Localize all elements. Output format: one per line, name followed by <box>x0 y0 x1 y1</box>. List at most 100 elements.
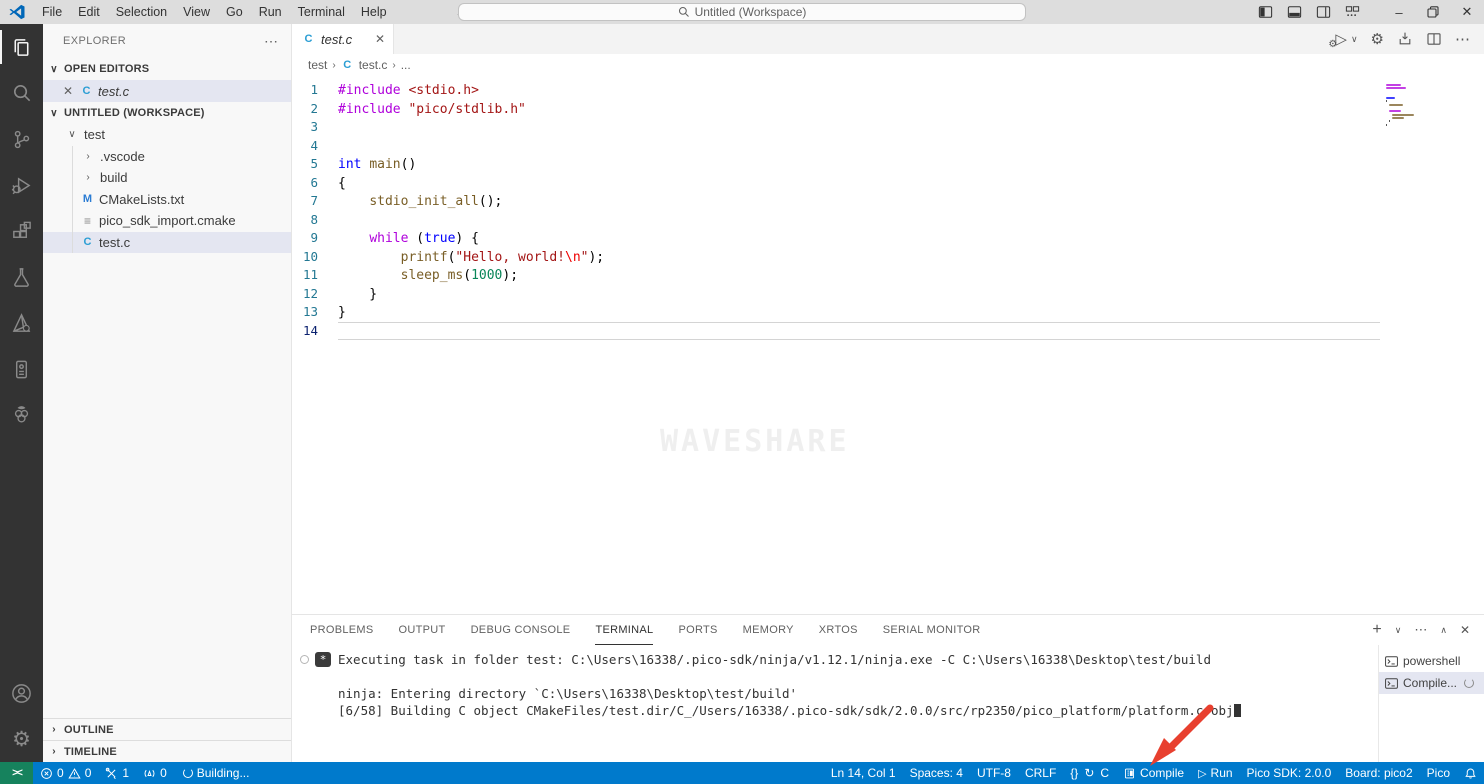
tab-close-icon[interactable]: ✕ <box>375 32 385 46</box>
menu-terminal[interactable]: Terminal <box>290 0 353 24</box>
menu-run[interactable]: Run <box>251 0 290 24</box>
task-badge-icon: * <box>315 652 331 667</box>
panel-tab-debug-console[interactable]: DEBUG CONSOLE <box>471 615 571 645</box>
terminal-icon <box>1385 678 1398 689</box>
timeline-header[interactable]: › TIMELINE <box>43 740 291 762</box>
panel-tab-terminal[interactable]: TERMINAL <box>595 615 653 645</box>
tab-test-c[interactable]: C test.c ✕ <box>292 24 394 54</box>
run-debug-icon[interactable] <box>0 162 43 208</box>
code-line: 14 <box>292 322 1484 341</box>
folder-icon: › <box>81 151 95 162</box>
problems-status[interactable]: 0 0 <box>33 762 98 784</box>
panel-tab-xrtos[interactable]: XRTOS <box>819 615 858 645</box>
menu-go[interactable]: Go <box>218 0 251 24</box>
code-editor[interactable]: 1#include <stdio.h>2#include "pico/stdli… <box>292 76 1484 614</box>
menu-edit[interactable]: Edit <box>70 0 108 24</box>
split-editor-icon[interactable] <box>1426 31 1442 47</box>
tree-item-build[interactable]: ›build <box>43 167 291 189</box>
minimap[interactable] <box>1386 84 1422 130</box>
panel-tab-serial-monitor[interactable]: SERIAL MONITOR <box>883 615 981 645</box>
tree-item-label: test.c <box>99 235 130 250</box>
board-selector[interactable]: Board: pico2 <box>1338 762 1419 784</box>
panel-tab-ports[interactable]: PORTS <box>678 615 717 645</box>
run-dropdown-icon[interactable]: ∨ <box>1351 34 1358 45</box>
maximize-panel-icon[interactable]: ∧ <box>1440 625 1447 636</box>
pico-status[interactable]: Pico <box>1420 762 1457 784</box>
pico-sdk-version[interactable]: Pico SDK: 2.0.0 <box>1240 762 1339 784</box>
warning-icon <box>68 767 81 780</box>
indentation[interactable]: Spaces: 4 <box>903 762 970 784</box>
tree-folder-test[interactable]: ∨ test <box>43 124 291 146</box>
menu-file[interactable]: File <box>34 0 70 24</box>
source-control-icon[interactable] <box>0 116 43 162</box>
minimap-line <box>1389 104 1403 106</box>
tree-item--vscode[interactable]: ›.vscode <box>43 146 291 168</box>
flash-icon[interactable] <box>1397 31 1413 47</box>
open-editors-header[interactable]: ∨ OPEN EDITORS <box>43 58 291 80</box>
minimize-icon[interactable]: – <box>1382 0 1416 24</box>
explorer-icon[interactable] <box>0 24 43 70</box>
spinner-icon <box>183 768 193 778</box>
workspace-header[interactable]: ∨ UNTITLED (WORKSPACE) <box>43 102 291 124</box>
tree-item-pico-sdk-import-cmake[interactable]: ≡pico_sdk_import.cmake <box>43 210 291 232</box>
account-icon[interactable] <box>0 670 43 716</box>
command-center-search[interactable]: Untitled (Workspace) <box>458 3 1026 21</box>
line-number: 4 <box>292 137 338 156</box>
language-mode[interactable]: C <box>1100 766 1109 780</box>
panel-tab-problems[interactable]: PROBLEMS <box>310 615 374 645</box>
close-editor-icon[interactable]: ✕ <box>61 84 75 98</box>
explorer-more-icon[interactable]: ⋯ <box>264 33 279 50</box>
new-terminal-icon[interactable]: + <box>1372 621 1381 639</box>
cmake-icon[interactable] <box>0 300 43 346</box>
line-number: 11 <box>292 266 338 285</box>
raspberry-pi-icon[interactable] <box>0 392 43 438</box>
compile-button[interactable]: Compile <box>1116 762 1191 784</box>
toggle-sidebar-icon[interactable] <box>1258 5 1273 19</box>
bottom-panel: PROBLEMS OUTPUT DEBUG CONSOLE TERMINAL PORTS… <box>292 614 1484 762</box>
close-panel-icon[interactable]: ✕ <box>1460 623 1470 637</box>
sync-icon[interactable]: ↻ <box>1084 766 1094 780</box>
panel-tab-output[interactable]: OUTPUT <box>399 615 446 645</box>
code-text: sleep_ms(1000); <box>338 266 1380 285</box>
testing-icon[interactable] <box>0 254 43 300</box>
menu-view[interactable]: View <box>175 0 218 24</box>
line-number: 9 <box>292 229 338 248</box>
notifications-bell[interactable] <box>1457 762 1484 784</box>
restore-icon[interactable] <box>1416 0 1450 24</box>
gear-icon[interactable]: ⚙ <box>1371 30 1384 48</box>
breadcrumb[interactable]: test › C test.c › ... <box>292 54 1484 76</box>
panel-tab-memory[interactable]: MEMORY <box>743 615 794 645</box>
tasks-status[interactable]: 1 <box>98 762 136 784</box>
extensions-icon[interactable] <box>0 208 43 254</box>
close-icon[interactable]: ✕ <box>1450 0 1484 24</box>
cursor-position[interactable]: Ln 14, Col 1 <box>824 762 903 784</box>
remote-indicator[interactable]: >< <box>0 762 33 784</box>
more-actions-icon[interactable]: ⋯ <box>1455 30 1470 48</box>
tree-item-cmakelists-txt[interactable]: MCMakeLists.txt <box>43 189 291 211</box>
menu-selection[interactable]: Selection <box>108 0 175 24</box>
ports-status[interactable]: 0 <box>136 762 174 784</box>
outline-header[interactable]: › OUTLINE <box>43 718 291 740</box>
panel-more-icon[interactable]: ⋯ <box>1414 622 1427 638</box>
braces-indicator[interactable]: {} <box>1070 766 1078 780</box>
building-status[interactable]: Building... <box>174 762 257 784</box>
pico-board-icon[interactable] <box>0 346 43 392</box>
search-view-icon[interactable] <box>0 70 43 116</box>
toggle-panel-icon[interactable] <box>1287 5 1302 19</box>
tree-item-label: pico_sdk_import.cmake <box>99 213 236 228</box>
terminal-output[interactable]: *Executing task in folder test: C:\Users… <box>292 645 1378 762</box>
run-task-icon[interactable]: ▷⚙ <box>1335 30 1347 48</box>
run-button[interactable]: ▷ Run <box>1191 762 1239 784</box>
terminal-instance-compile-[interactable]: Compile... <box>1379 672 1484 694</box>
terminal-instance-powershell[interactable]: powershell <box>1379 650 1484 672</box>
terminal-dropdown-icon[interactable]: ∨ <box>1395 625 1402 636</box>
tree-item-test-c[interactable]: Ctest.c <box>43 232 291 254</box>
settings-gear-icon[interactable]: ⚙ <box>0 716 43 762</box>
toggle-secondary-sidebar-icon[interactable] <box>1316 5 1331 19</box>
menu-help[interactable]: Help <box>353 0 395 24</box>
encoding[interactable]: UTF-8 <box>970 762 1018 784</box>
eol-sequence[interactable]: CRLF <box>1018 762 1063 784</box>
terminal-decoration <box>300 672 309 681</box>
customize-layout-icon[interactable] <box>1345 5 1360 19</box>
open-editor-item[interactable]: ✕ C test.c <box>43 80 291 102</box>
